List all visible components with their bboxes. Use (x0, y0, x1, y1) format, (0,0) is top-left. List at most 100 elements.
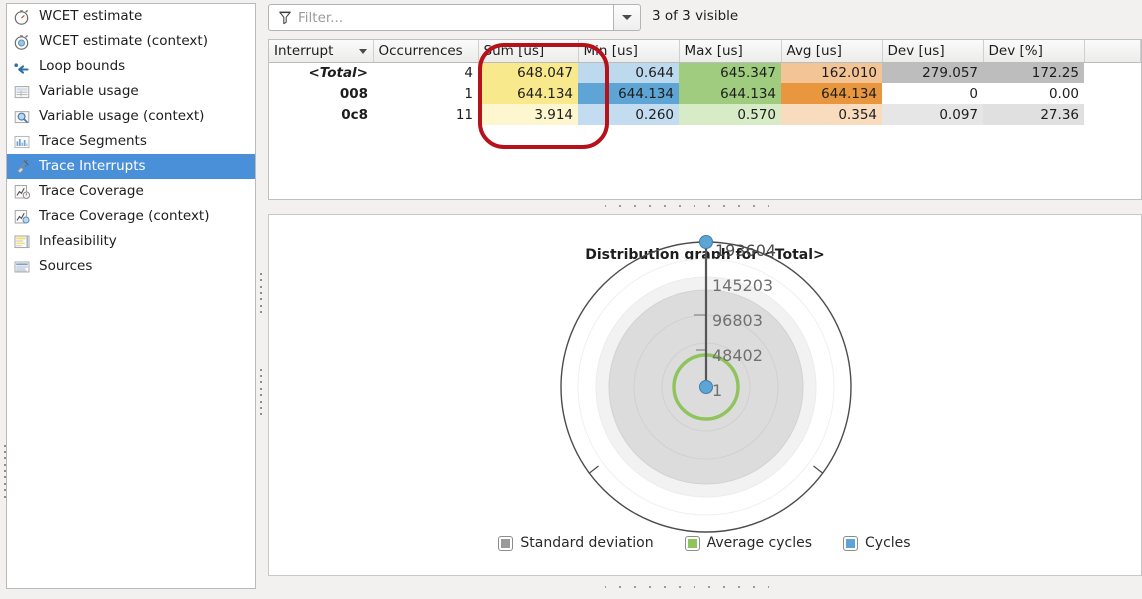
chevron-down-icon (622, 15, 632, 20)
cell-sum: 648.047 (478, 62, 578, 83)
sidebar-item-label: Trace Interrupts (39, 158, 146, 174)
cell-avg: 162.010 (781, 62, 882, 83)
legend-entry: Cycles (844, 535, 911, 551)
cycles-inner-point (699, 380, 713, 394)
horizontal-splitter-table-graph[interactable] (598, 201, 776, 210)
sidebar-item-wcet-estimate-context[interactable]: WCET estimate (context) (7, 29, 255, 54)
sidebar-item-trace-coverage-context[interactable]: Trace Coverage (context) (7, 204, 255, 229)
cell-dev-us: 0.097 (882, 104, 983, 125)
table-row[interactable]: 008 1 644.134 644.134 644.134 644.134 0 0.00 (269, 83, 1141, 104)
sidebar-item-label: WCET estimate (context) (39, 33, 208, 49)
sidebar-item-label: Sources (39, 258, 93, 274)
cell-max: 644.134 (679, 83, 781, 104)
loop-arrow-icon (13, 58, 31, 76)
radial-distribution-chart: 193604 145203 96803 48402 1 (560, 235, 852, 533)
legend-label: Average cycles (706, 535, 813, 551)
cell-max: 0.570 (679, 104, 781, 125)
cell-interrupt: <Total> (308, 64, 368, 81)
radial-tick-label-1: 48402 (712, 346, 763, 365)
sidebar-item-label: Trace Coverage (context) (39, 208, 210, 224)
radial-tick-label-2: 96803 (712, 311, 763, 330)
visible-count-label: 3 of 3 visible (652, 8, 739, 24)
cell-interrupt: 008 (339, 85, 368, 102)
sidebar-item-label: Infeasibility (39, 233, 117, 249)
vertical-splitter-sidebar-edge[interactable] (256, 258, 265, 328)
left-sidebar: WCET estimate WCET estimate (context) Loop… (0, 0, 256, 599)
distribution-graph-panel: Distribution graph for <Total> 193604 14… (268, 214, 1142, 576)
interrupts-table-container[interactable]: Interrupt Occurrences Sum [us] Min [us] … (268, 39, 1142, 200)
stopwatch-context-icon (13, 33, 31, 51)
plug-icon (13, 158, 31, 176)
sort-descending-icon (358, 49, 367, 54)
filter-row: 3 of 3 visible (265, 4, 1142, 34)
navigation-list: WCET estimate WCET estimate (context) Loop… (6, 3, 256, 589)
cell-filler (1084, 104, 1141, 125)
table-magnifier-icon (13, 108, 31, 126)
chart-legend: Standard deviation Average cycles Cycles (269, 535, 1141, 551)
sidebar-item-label: WCET estimate (39, 8, 143, 24)
cell-filler (1084, 62, 1141, 83)
cell-dev-us: 0 (882, 83, 983, 104)
sidebar-item-wcet-estimate[interactable]: WCET estimate (7, 4, 255, 29)
column-header-filler (1084, 40, 1141, 63)
horizontal-splitter-bottom[interactable] (598, 582, 776, 591)
filter-input[interactable] (298, 6, 624, 29)
cell-dev-pct: 0.00 (983, 83, 1084, 104)
legend-entry: Standard deviation (499, 535, 654, 551)
coverage-icon (13, 183, 31, 201)
trace-interrupts-panel: 3 of 3 visible Interrupt Occurrences Sum… (265, 0, 1142, 599)
cell-occurrences: 11 (455, 106, 473, 123)
column-header-dev-pct[interactable]: Dev [%] (983, 40, 1085, 63)
column-header-max[interactable]: Max [us] (679, 40, 782, 63)
table-body: <Total> 4 648.047 0.644 645.347 162.010 279.05… (269, 62, 1141, 125)
cell-avg: 0.354 (781, 104, 882, 125)
filter-dropdown-button[interactable] (613, 4, 641, 31)
cell-avg: 644.134 (781, 83, 882, 104)
sidebar-item-label: Trace Coverage (39, 183, 144, 199)
sidebar-item-variable-usage-context[interactable]: Variable usage (context) (7, 104, 255, 129)
sidebar-item-label: Loop bounds (39, 58, 126, 74)
stopwatch-icon (13, 8, 31, 26)
sidebar-item-variable-usage[interactable]: Variable usage (7, 79, 255, 104)
highlight-code-icon (13, 233, 31, 251)
coverage-context-icon (13, 208, 31, 226)
cell-sum: 644.134 (478, 83, 578, 104)
table-row[interactable]: <Total> 4 648.047 0.644 645.347 162.010 279.05… (269, 62, 1141, 83)
app-window: WCET estimate WCET estimate (context) Loop… (0, 0, 1142, 599)
column-header-avg[interactable]: Avg [us] (781, 40, 883, 63)
interrupts-table: Interrupt Occurrences Sum [us] Min [us] … (269, 40, 1141, 125)
cell-max: 645.347 (679, 62, 781, 83)
legend-label: Standard deviation (520, 535, 654, 551)
funnel-icon (279, 11, 291, 24)
sidebar-item-infeasibility[interactable]: Infeasibility (7, 229, 255, 254)
sidebar-item-sources[interactable]: Sources (7, 254, 255, 279)
column-header-dev-us[interactable]: Dev [us] (882, 40, 984, 63)
cell-dev-us: 279.057 (882, 62, 983, 83)
table-row[interactable]: 0c8 11 3.914 0.260 0.570 0.354 0.097 27.36 (269, 104, 1141, 125)
sidebar-item-trace-segments[interactable]: Trace Segments (7, 129, 255, 154)
vertical-splitter-left[interactable] (256, 352, 265, 432)
table-icon (13, 83, 31, 101)
cell-min: 644.134 (578, 83, 679, 104)
vertical-splitter-inner[interactable] (0, 428, 9, 514)
bar-chart-icon (13, 133, 31, 151)
radial-tick-label-0: 1 (712, 381, 722, 400)
radial-tick-label-3: 145203 (712, 276, 773, 295)
legend-label: Cycles (865, 535, 911, 551)
filter-box[interactable] (268, 4, 625, 31)
column-header-min[interactable]: Min [us] (578, 40, 680, 63)
cell-filler (1084, 83, 1141, 104)
column-header-occurrences[interactable]: Occurrences (373, 40, 479, 63)
sidebar-item-loop-bounds[interactable]: Loop bounds (7, 54, 255, 79)
sidebar-item-trace-interrupts[interactable]: Trace Interrupts (7, 154, 255, 179)
cell-dev-pct: 27.36 (983, 104, 1084, 125)
radial-tick-label-4: 193604 (715, 241, 776, 260)
sidebar-item-label: Trace Segments (39, 133, 147, 149)
table-header-row: Interrupt Occurrences Sum [us] Min [us] … (269, 40, 1141, 63)
column-header-label: Interrupt (274, 42, 334, 59)
sidebar-item-trace-coverage[interactable]: Trace Coverage (7, 179, 255, 204)
cycles-outer-point (699, 235, 713, 249)
column-header-interrupt[interactable]: Interrupt (269, 40, 374, 63)
legend-entry: Average cycles (685, 535, 813, 551)
column-header-sum[interactable]: Sum [us] (478, 40, 579, 63)
